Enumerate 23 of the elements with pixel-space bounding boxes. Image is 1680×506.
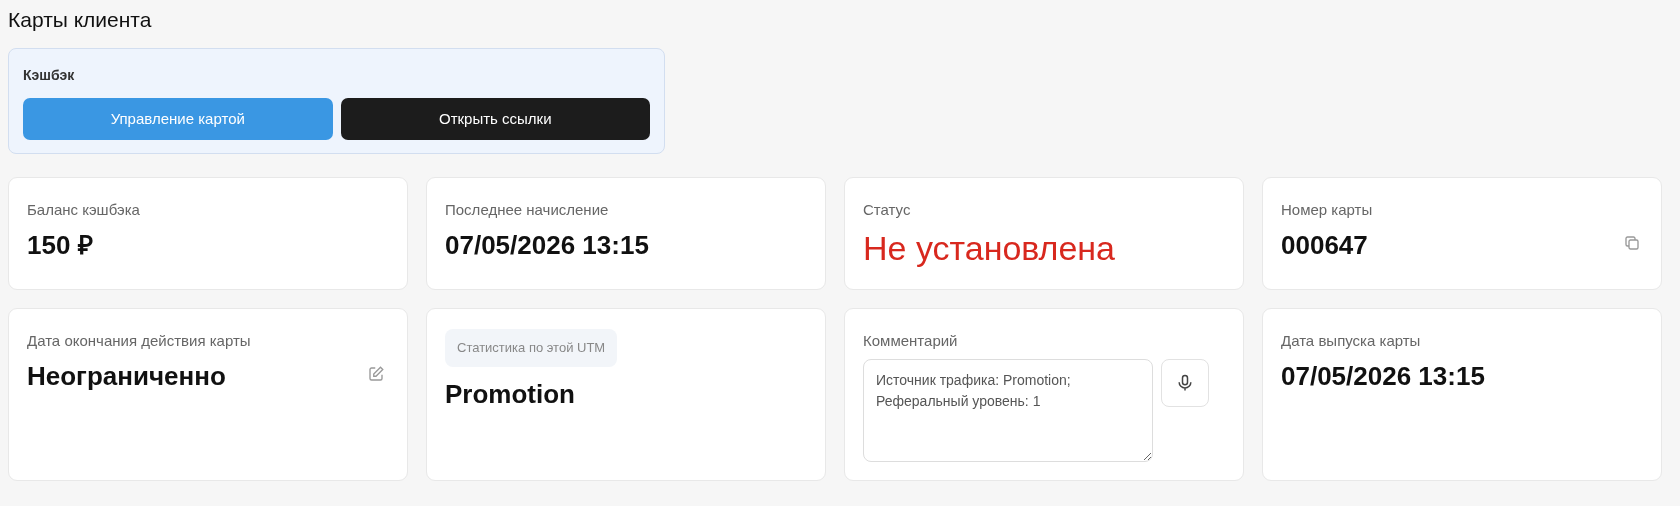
edit-icon[interactable] — [367, 365, 385, 383]
copy-icon[interactable] — [1623, 234, 1641, 252]
open-links-button[interactable]: Открыть ссылки — [340, 98, 650, 140]
status-value: Не установлена — [863, 227, 1117, 268]
card-value: Promotion — [445, 377, 575, 411]
card-value: 07/05/2026 13:15 — [1281, 359, 1485, 393]
page-title: Карты клиента — [8, 7, 153, 33]
utm-stats-badge: Статистика по этой UTM — [445, 329, 618, 367]
card-label: Статус — [863, 200, 911, 220]
card-label: Дата выпуска карты — [1281, 331, 1421, 351]
comment-field[interactable]: Источник трафика: Promotion; Реферальный уровень: 1 — [863, 358, 1153, 462]
card-label: Баланс кэшбэка — [27, 200, 140, 220]
card-value: 000647 — [1281, 228, 1368, 262]
card-label: Номер карты — [1281, 200, 1373, 220]
card-label: Последнее начисление — [445, 200, 609, 220]
card-label: Комментарий — [863, 331, 958, 351]
card-value: Неограниченно — [27, 359, 226, 393]
card-value: 07/05/2026 13:15 — [445, 228, 649, 262]
card-label: Дата окончания действия карты — [27, 331, 251, 351]
microphone-button[interactable] — [1161, 358, 1209, 407]
panel-title: Кэшбэк — [23, 66, 76, 85]
microphone-icon — [1175, 372, 1195, 393]
card-value: 150 ₽ — [27, 228, 93, 262]
